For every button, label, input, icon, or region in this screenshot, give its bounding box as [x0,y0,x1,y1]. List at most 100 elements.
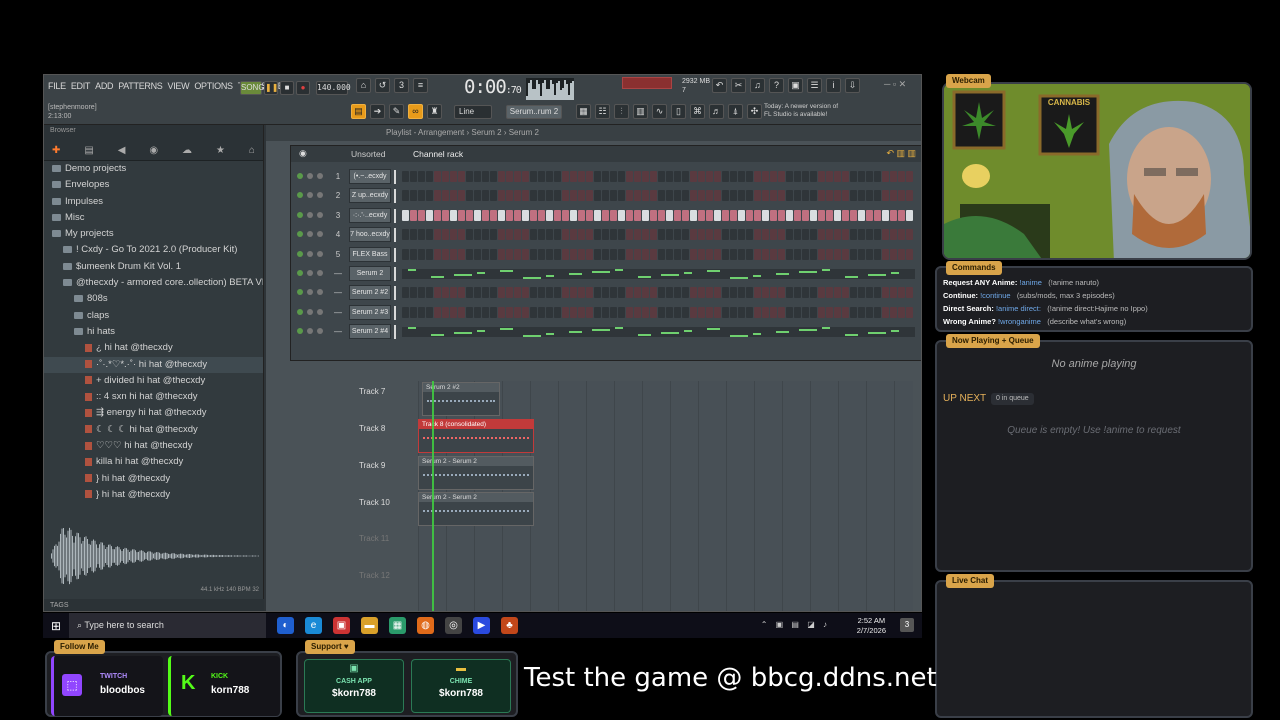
step-button[interactable] [626,171,633,182]
mute-led[interactable] [297,192,303,199]
step-button[interactable] [650,229,657,241]
stamp-icon[interactable]: ♜ [427,104,442,119]
step-button[interactable] [586,209,593,221]
mixer-icon[interactable]: ☰ [807,78,822,93]
step-button[interactable] [746,229,753,241]
step-button[interactable] [682,287,689,299]
step-button[interactable] [762,209,769,221]
folder-icon[interactable]: ▤ [84,145,93,156]
step-button[interactable] [426,287,433,299]
browser-folder[interactable]: 808s [44,291,263,307]
step-button[interactable] [898,190,905,202]
step-button[interactable] [482,229,489,241]
channel-name-button[interactable]: Serum 2 #4 [349,324,391,340]
mute-led[interactable] [297,231,303,238]
step-button[interactable] [578,171,585,182]
step-button[interactable] [674,306,681,318]
step-button[interactable] [434,248,441,260]
step-button[interactable] [762,229,769,241]
step-button[interactable] [882,248,889,260]
step-button[interactable] [754,287,761,299]
kick-card[interactable]: K KICK korn788 [168,656,280,716]
step-button[interactable] [730,190,737,202]
step-button[interactable] [506,209,513,221]
step-button[interactable] [570,229,577,241]
step-button[interactable] [658,306,665,318]
step-button[interactable] [730,248,737,260]
browser-folder[interactable]: Impulses [44,194,263,210]
pan-knob[interactable] [307,289,313,296]
step-button[interactable] [658,171,665,182]
step-button[interactable] [426,229,433,241]
step-button[interactable] [658,209,665,221]
step-button[interactable] [562,190,569,202]
step-button[interactable] [658,248,665,260]
step-button[interactable] [658,190,665,202]
step-button[interactable] [890,190,897,202]
step-button[interactable] [794,209,801,221]
step-button[interactable] [850,171,857,182]
step-button[interactable] [682,209,689,221]
step-button[interactable] [754,229,761,241]
step-button[interactable] [602,190,609,202]
step-button[interactable] [514,190,521,202]
notification-icon[interactable]: 3 [900,618,914,632]
step-button[interactable] [522,190,529,202]
browser-file[interactable]: ⇶ energy hi hat @thecxdy [44,405,263,421]
step-button[interactable] [850,209,857,221]
step-button[interactable] [778,248,785,260]
step-button[interactable] [506,229,513,241]
taskbar-clock[interactable]: 2:52 AM 2/7/2026 [857,616,886,636]
browser-file[interactable]: } hi hat @thecxdy [44,471,263,487]
step-button[interactable] [666,209,673,221]
pan-knob[interactable] [307,270,313,276]
step-button[interactable] [562,171,569,182]
step-button[interactable] [506,306,513,318]
step-button[interactable] [698,287,705,299]
step-button[interactable] [522,248,529,260]
step-button[interactable] [482,209,489,221]
step-button[interactable] [746,306,753,318]
step-button[interactable] [602,171,609,182]
step-button[interactable] [514,287,521,299]
channel-select-indicator[interactable] [394,208,396,223]
step-button[interactable] [506,171,513,182]
step-button[interactable] [834,248,841,260]
step-button[interactable] [538,229,545,241]
step-button[interactable] [810,248,817,260]
step-button[interactable] [762,171,769,182]
step-button[interactable] [642,287,649,299]
step-button[interactable] [482,171,489,182]
step-button[interactable] [594,287,601,299]
step-button[interactable] [906,248,913,260]
step-button[interactable] [634,287,641,299]
step-button[interactable] [498,171,505,182]
playlist-grid[interactable]: Serum 2 #2 Track 8 (consolidated) Serum 2 … [418,381,913,611]
step-button[interactable] [490,209,497,221]
step-button[interactable] [506,287,513,299]
browser-folder[interactable]: claps [44,308,263,324]
step-button[interactable] [682,306,689,318]
step-button[interactable] [618,209,625,221]
step-button[interactable] [770,229,777,241]
step-button[interactable] [874,209,881,221]
step-button[interactable] [634,306,641,318]
mute-led[interactable] [297,173,303,179]
step-button[interactable] [874,306,881,318]
step-button[interactable] [474,306,481,318]
step-button[interactable] [850,190,857,202]
step-button[interactable] [522,171,529,182]
step-button[interactable] [882,287,889,299]
step-button[interactable] [466,190,473,202]
step-button[interactable] [458,306,465,318]
step-button[interactable] [490,229,497,241]
step-button[interactable] [874,229,881,241]
step-button[interactable] [674,209,681,221]
step-button[interactable] [738,306,745,318]
step-button[interactable] [818,171,825,182]
pan-knob[interactable] [307,328,313,335]
mixer-track-number[interactable]: 3 [331,209,345,223]
step-button[interactable] [490,248,497,260]
step-button[interactable] [610,190,617,202]
step-button[interactable] [802,171,809,182]
